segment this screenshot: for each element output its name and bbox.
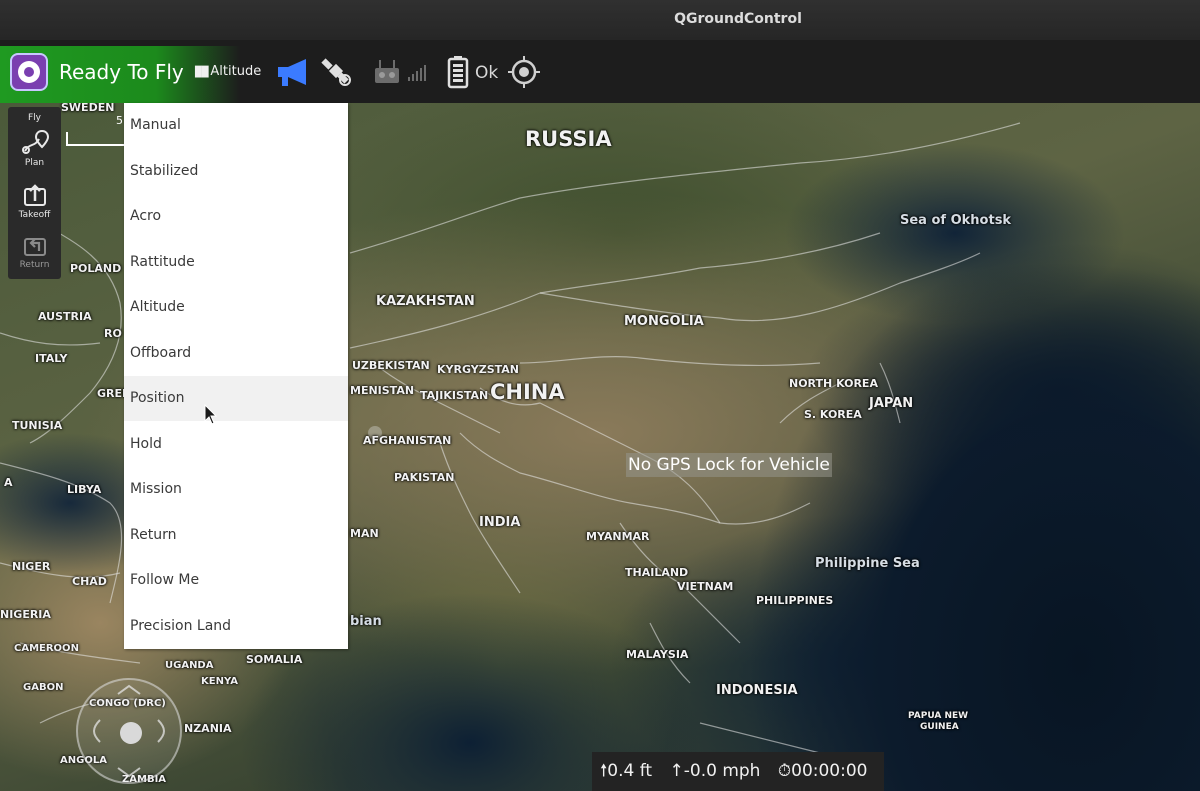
map-label-south-korea: S. KOREA <box>804 408 862 421</box>
map-label-papua: PAPUA NEW <box>908 711 969 721</box>
map-label-gabon: GABON <box>23 682 64 693</box>
map-label-myanmar: MYANMAR <box>586 530 650 543</box>
map-label-uzbekistan: UZBEKISTAN <box>352 359 430 372</box>
tool-fly-label: Fly <box>27 113 41 123</box>
menu-item-acro[interactable]: Acro <box>124 194 348 239</box>
map-label-pakistan: PAKISTAN <box>394 471 455 484</box>
map-label-kenya: KENYA <box>201 676 238 687</box>
map-label-vietnam: VIETNAM <box>677 580 734 593</box>
map-label-india: INDIA <box>479 515 521 530</box>
map-label-guinea: GUINEA <box>920 722 959 732</box>
map-label-malaysia: MALAYSIA <box>626 648 689 661</box>
flight-mode-selector[interactable]: ▉▉ Altitude <box>195 64 261 79</box>
menu-item-follow-me[interactable]: Follow Me <box>124 558 348 603</box>
tool-return[interactable]: Return <box>8 233 61 270</box>
map-label-tajikistan: TAJIKISTAN <box>420 389 489 402</box>
menu-item-manual[interactable]: Manual <box>124 103 348 148</box>
map-label-italy: ITALY <box>35 352 68 365</box>
map-label-afghanistan: AFGHANISTAN <box>363 434 452 447</box>
qgc-logo-icon[interactable] <box>10 53 48 91</box>
map-label-kazakhstan: KAZAKHSTAN <box>376 294 475 309</box>
return-icon <box>23 238 46 256</box>
map-label-philippine-sea: Philippine Sea <box>815 556 920 571</box>
vertical-speed-readout: ↑-0.0 mph <box>669 761 761 781</box>
rc-transmitter-icon[interactable] <box>373 59 401 89</box>
map-label-chad: CHAD <box>72 575 107 588</box>
flight-mode-label: Altitude <box>210 64 262 79</box>
map-label-mongolia: MONGOLIA <box>624 314 704 329</box>
satellite-icon[interactable] <box>320 55 354 93</box>
map-label-niger: NIGER <box>12 560 51 573</box>
gps-target-icon[interactable] <box>507 55 541 93</box>
plan-route-icon <box>21 129 49 154</box>
window-title: QGroundControl <box>674 11 802 27</box>
tool-strip: Fly Plan Takeoff Return <box>8 107 61 279</box>
menu-item-rattitude[interactable]: Rattitude <box>124 240 348 285</box>
map-label-cameroon: CAMEROON <box>14 643 79 654</box>
map-label-africa-fragment: A <box>4 476 13 489</box>
megaphone-icon[interactable] <box>276 56 312 92</box>
map-label-somalia: SOMALIA <box>246 653 303 666</box>
tool-plan[interactable]: Plan <box>8 129 61 168</box>
map-label-japan: JAPAN <box>869 396 914 411</box>
battery-icon[interactable] <box>447 55 469 93</box>
menu-item-altitude[interactable]: Altitude <box>124 285 348 330</box>
map-label-tunisia: TUNISIA <box>12 419 63 432</box>
map-label-tanzania: NZANIA <box>184 722 232 735</box>
signal-bars-icon <box>407 64 427 86</box>
tool-return-label: Return <box>19 260 50 270</box>
vehicle-status[interactable]: Ready To Fly <box>59 60 184 84</box>
map-label-kyrgyzstan: KYRGYZSTAN <box>437 363 519 376</box>
map-label-china: CHINA <box>490 380 565 404</box>
menu-item-mission[interactable]: Mission <box>124 467 348 512</box>
tool-takeoff[interactable]: Takeoff <box>8 183 61 220</box>
virtual-joystick[interactable] <box>76 678 182 784</box>
tool-takeoff-label: Takeoff <box>18 210 51 220</box>
flight-time-value: 00:00:00 <box>791 761 868 781</box>
battery-status-text: Ok <box>475 63 499 83</box>
altitude-value: 0.4 ft <box>607 761 653 781</box>
map-label-romania: RO <box>104 327 122 340</box>
altitude-readout: 🠕0.4 ft <box>600 761 653 781</box>
joystick-knob[interactable] <box>120 722 142 744</box>
flight-mode-icon: ▉▉ <box>195 67 209 78</box>
map-label-uganda: UGANDA <box>165 660 214 671</box>
menu-item-stabilized[interactable]: Stabilized <box>124 149 348 194</box>
takeoff-icon <box>23 184 46 206</box>
menu-item-return[interactable]: Return <box>124 513 348 558</box>
mouse-cursor-icon <box>204 403 218 430</box>
menu-item-precision-land[interactable]: Precision Land <box>124 604 348 649</box>
map-label-nigeria: NIGERIA <box>0 608 51 621</box>
map-label-thailand: THAILAND <box>625 566 689 579</box>
map-label-indonesia: INDONESIA <box>716 683 798 698</box>
gps-warning-badge: No GPS Lock for Vehicle <box>626 453 832 477</box>
map-label-sweden: SWEDEN <box>61 103 115 114</box>
flight-mode-menu: Manual Stabilized Acro Rattitude Altitud… <box>124 103 348 649</box>
window-titlebar: QGroundControl <box>0 0 1200 40</box>
map-label-philippines: PHILIPPINES <box>756 594 834 607</box>
menu-item-hold[interactable]: Hold <box>124 422 348 467</box>
map-label-sea-of-okhotsk: Sea of Okhotsk <box>900 213 1012 228</box>
telemetry-bar: 🠕0.4 ft ↑-0.0 mph ⏱00:00:00 <box>592 752 884 791</box>
flight-time-readout: ⏱00:00:00 <box>777 761 868 781</box>
map-label-north-korea: NORTH KOREA <box>789 377 878 390</box>
map-label-russia: RUSSIA <box>525 127 612 151</box>
map-label-libya: LIBYA <box>67 483 102 496</box>
map-label-austria: AUSTRIA <box>38 310 92 323</box>
map-scale-bar: 5 <box>66 114 124 148</box>
menu-item-offboard[interactable]: Offboard <box>124 331 348 376</box>
vertical-speed-value: -0.0 mph <box>683 761 761 781</box>
map-label-arabian-sea: bian <box>350 614 382 629</box>
tool-plan-label: Plan <box>24 158 45 168</box>
tool-fly[interactable]: Fly <box>8 113 61 123</box>
map-label-turkmenistan: MENISTAN <box>350 384 415 397</box>
map-scale-value: 5 <box>116 114 123 127</box>
map-label-poland: POLAND <box>70 262 122 275</box>
map-label-oman: MAN <box>350 527 379 540</box>
menu-item-position[interactable]: Position <box>124 376 348 421</box>
